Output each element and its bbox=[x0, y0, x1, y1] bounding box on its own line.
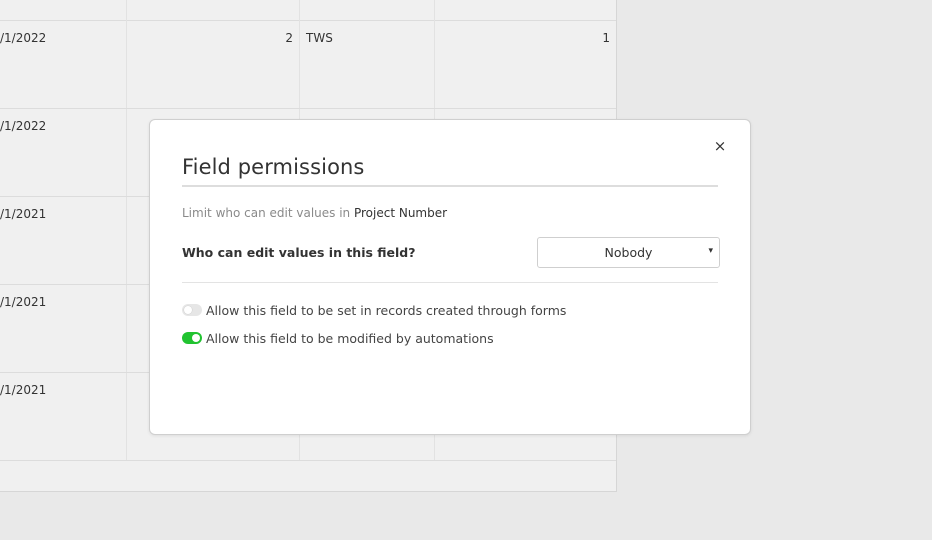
date-cell[interactable]: /1/2022 bbox=[0, 119, 46, 133]
dialog-title: Field permissions bbox=[182, 155, 365, 179]
forms-toggle-label: Allow this field to be set in records cr… bbox=[206, 303, 567, 318]
limit-prefix: Limit who can edit values in bbox=[182, 206, 354, 220]
value-cell[interactable]: 1 bbox=[434, 31, 610, 45]
automations-toggle[interactable] bbox=[182, 332, 202, 344]
date-cell[interactable]: /1/2022 bbox=[0, 31, 46, 45]
select-value: Nobody bbox=[604, 245, 653, 260]
chevron-down-icon: ▾ bbox=[708, 246, 713, 256]
edit-permission-select[interactable]: Nobody ▾ bbox=[537, 237, 720, 268]
close-icon[interactable]: × bbox=[712, 138, 728, 154]
table-row[interactable]: /1/2022 2 TWS 1 bbox=[0, 21, 616, 109]
count-cell[interactable]: 2 bbox=[126, 31, 293, 45]
date-cell[interactable]: /1/2021 bbox=[0, 207, 46, 221]
title-divider bbox=[182, 185, 718, 187]
section-divider bbox=[182, 282, 718, 283]
automations-toggle-label: Allow this field to be modified by autom… bbox=[206, 331, 494, 346]
grid-header-stub bbox=[0, 0, 616, 21]
field-name: Project Number bbox=[353, 206, 448, 220]
date-cell[interactable]: /1/2021 bbox=[0, 383, 46, 397]
field-permissions-dialog: × Field permissions Limit who can edit v… bbox=[149, 119, 751, 435]
toggle-knob bbox=[184, 306, 192, 314]
app-stage: /1/2022 2 TWS 1 /1/2022 /1/2021 /1/2021 … bbox=[0, 0, 932, 540]
date-cell[interactable]: /1/2021 bbox=[0, 295, 46, 309]
grid-footer bbox=[0, 460, 616, 491]
edit-permission-question: Who can edit values in this field? bbox=[182, 245, 416, 260]
limit-description: Limit who can edit values in Project Num… bbox=[182, 206, 447, 220]
code-cell[interactable]: TWS bbox=[306, 31, 333, 45]
toggle-knob bbox=[192, 334, 200, 342]
forms-toggle[interactable] bbox=[182, 304, 202, 316]
